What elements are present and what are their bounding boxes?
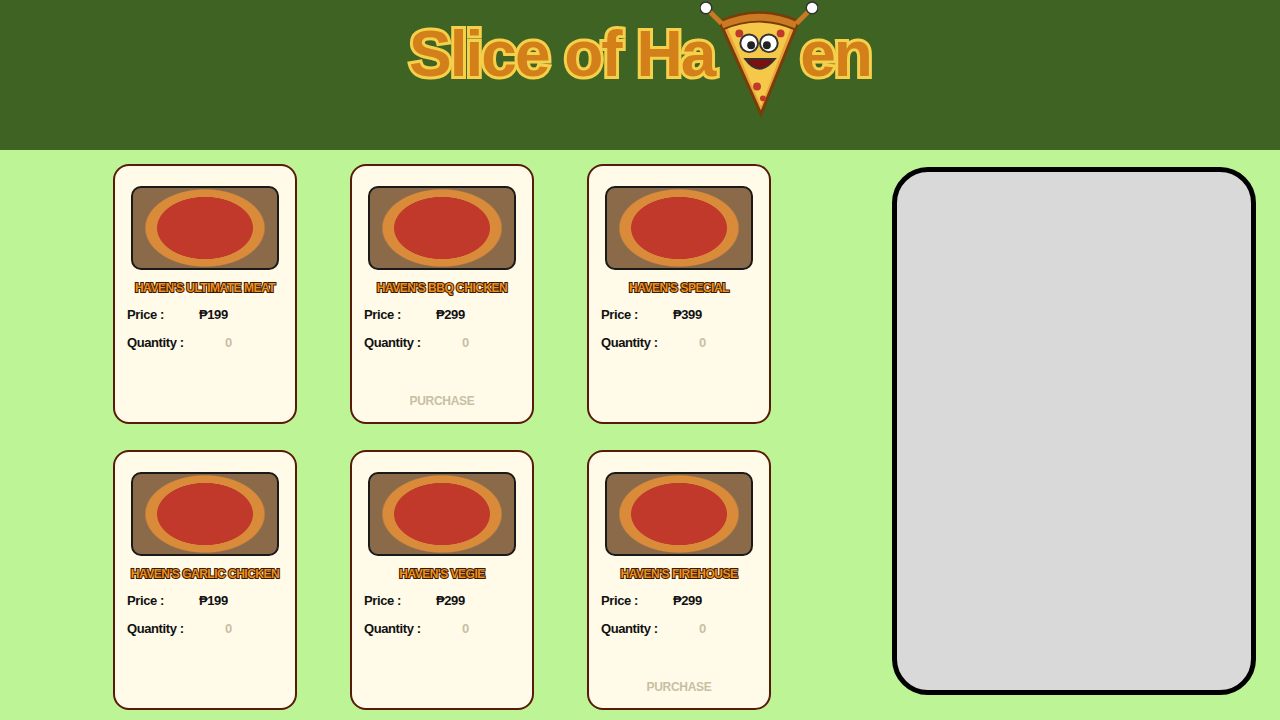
purchase-button[interactable]: PURCHASE (639, 676, 720, 698)
price-label: Price : (127, 305, 199, 325)
product-card: HAVEN'S SPECIAL Price :₱399 Quantity :0 (587, 164, 771, 424)
product-name: HAVEN'S GARLIC CHICKEN (127, 565, 283, 583)
pizza-photo (131, 186, 279, 270)
pizza-photo (131, 472, 279, 556)
quantity-row: Quantity :0 (127, 619, 283, 639)
purchase-button[interactable]: PURCHASE (402, 390, 483, 412)
quantity-label: Quantity : (364, 333, 462, 353)
price-row: Price :₱299 (364, 305, 520, 325)
quantity-value[interactable]: 0 (462, 619, 469, 639)
quantity-value[interactable]: 0 (462, 333, 469, 353)
price-label: Price : (601, 591, 673, 611)
price-row: Price :₱199 (127, 305, 283, 325)
logo: Slice of Ha en (409, 0, 871, 150)
cart-panel (892, 167, 1256, 695)
product-name: HAVEN'S VEGIE (364, 565, 520, 583)
price-value: ₱299 (673, 591, 702, 611)
price-value: ₱399 (673, 305, 702, 325)
price-row: Price :₱199 (127, 591, 283, 611)
logo-text: Slice of Ha (409, 22, 714, 86)
price-label: Price : (364, 591, 436, 611)
quantity-label: Quantity : (127, 619, 225, 639)
quantity-row: Quantity :0 (364, 333, 520, 353)
product-card: HAVEN'S FIREHOUSE Price :₱299 Quantity :0 P… (587, 450, 771, 710)
quantity-label: Quantity : (601, 619, 699, 639)
quantity-value[interactable]: 0 (699, 619, 706, 639)
price-row: Price :₱299 (601, 591, 757, 611)
price-value: ₱299 (436, 591, 465, 611)
logo-text: en (800, 22, 871, 86)
pizza-photo (368, 186, 516, 270)
page-main: HAVEN'S ULTIMATE MEATPrice :₱199Quantity… (0, 150, 1280, 710)
quantity-value[interactable]: 0 (225, 333, 232, 353)
quantity-label: Quantity : (127, 333, 225, 353)
pizza-photo (368, 472, 516, 556)
product-card: HAVEN'S BBQ CHICKEN Price :₱299 Quantity :… (350, 164, 534, 424)
quantity-value[interactable]: 0 (699, 333, 706, 353)
pizza-photo (605, 186, 753, 270)
quantity-label: Quantity : (601, 333, 699, 353)
product-name: HAVEN'S ULTIMATE MEAT (127, 279, 283, 297)
product-card: HAVEN'S VEGIE Price :₱299 Quantity :0 (350, 450, 534, 710)
quantity-row: Quantity :0 (127, 333, 283, 353)
product-name: HAVEN'S SPECIAL (601, 279, 757, 297)
product-card: HAVEN'S ULTIMATE MEAT Price :₱199 Quantity… (113, 164, 297, 424)
quantity-row: Quantity :0 (601, 619, 757, 639)
quantity-label: Quantity : (364, 619, 462, 639)
price-label: Price : (364, 305, 436, 325)
price-row: Price :₱399 (601, 305, 757, 325)
quantity-row: Quantity :0 (364, 619, 520, 639)
price-value: ₱299 (436, 305, 465, 325)
page-header: Slice of Ha en (0, 0, 1280, 150)
product-name: HAVEN'S FIREHOUSE (601, 565, 757, 583)
product-card: HAVEN'S GARLIC CHICKEN Price :₱199 Quantit… (113, 450, 297, 710)
price-row: Price :₱299 (364, 591, 520, 611)
quantity-row: Quantity :0 (601, 333, 757, 353)
pizza-photo (605, 472, 753, 556)
product-grid: HAVEN'S ULTIMATE MEATPrice :₱199Quantity… (113, 164, 771, 710)
product-name: HAVEN'S BBQ CHICKEN (364, 279, 520, 297)
quantity-value[interactable]: 0 (225, 619, 232, 639)
price-value: ₱199 (199, 591, 228, 611)
price-label: Price : (601, 305, 673, 325)
price-value: ₱199 (199, 305, 228, 325)
price-label: Price : (127, 591, 199, 611)
